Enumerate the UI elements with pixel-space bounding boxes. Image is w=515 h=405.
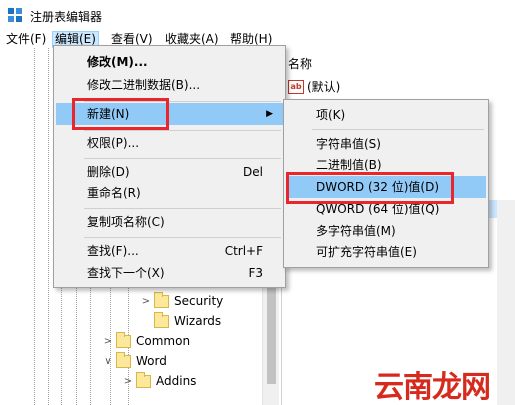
chevron-down-icon[interactable]: ∨ — [102, 356, 114, 367]
column-header-name[interactable]: 名称 — [288, 55, 312, 72]
folder-icon — [116, 331, 131, 348]
submenu-item-multi-string-value[interactable]: 多字符串值(M) — [286, 220, 486, 242]
tree-item-common[interactable]: > Common — [102, 331, 190, 351]
menu-item-find[interactable]: 查找(F)... Ctrl+F — [56, 240, 283, 262]
tree-item-label: Common — [136, 334, 191, 348]
menu-item-find-next[interactable]: 查找下一个(X) F3 — [56, 262, 283, 284]
tree-item-addins[interactable]: > Addins — [122, 371, 196, 391]
tree-item-word[interactable]: ∨ Word — [102, 351, 167, 371]
menu-item-modify-binary[interactable]: 修改二进制数据(B)... — [56, 74, 283, 96]
menu-separator — [84, 158, 281, 159]
folder-icon — [154, 291, 169, 308]
folder-icon — [116, 351, 131, 368]
chevron-right-icon[interactable]: > — [122, 376, 134, 387]
value-row-default[interactable]: ab (默认) — [288, 78, 340, 95]
menu-item-permissions[interactable]: 权限(P)... — [56, 132, 283, 154]
tree-guide-line — [34, 48, 35, 405]
menu-file[interactable]: 文件(F) — [4, 31, 48, 48]
menu-item-copy-key-name[interactable]: 复制项名称(C) — [56, 211, 283, 233]
menu-separator — [84, 208, 281, 209]
edit-menu: 修改(M)... 修改二进制数据(B)... 新建(N) ▶ 权限(P)... … — [53, 45, 286, 288]
tree-item-label: Wizards — [174, 314, 222, 328]
window-title: 注册表编辑器 — [30, 10, 103, 24]
tree-item-label: Addins — [156, 374, 197, 388]
annotation-highlight-dword — [286, 172, 454, 204]
title-bar: 注册表编辑器 — [0, 0, 515, 31]
tree-item-label: Security — [174, 294, 224, 308]
submenu-item-key[interactable]: 项(K) — [286, 104, 486, 126]
menu-item-modify[interactable]: 修改(M)... — [56, 51, 283, 73]
string-value-icon: ab — [288, 79, 304, 94]
tree-guide-line — [48, 48, 49, 405]
tree-item-label: Word — [136, 354, 167, 368]
menu-separator — [312, 129, 484, 130]
menu-separator — [84, 130, 281, 131]
menu-item-delete[interactable]: 删除(D) Del — [56, 161, 283, 183]
tree-item-wizards[interactable]: Wizards — [140, 311, 221, 331]
chevron-right-icon[interactable]: > — [102, 336, 114, 347]
menu-item-rename[interactable]: 重命名(R) — [56, 182, 283, 204]
submenu-item-expandable-string-value[interactable]: 可扩充字符串值(E) — [286, 241, 486, 263]
menu-separator — [84, 237, 281, 238]
values-scrollbar[interactable] — [497, 200, 515, 405]
submenu-arrow-icon: ▶ — [266, 109, 273, 119]
registry-editor-icon — [8, 8, 22, 22]
submenu-item-string-value[interactable]: 字符串值(S) — [286, 133, 486, 155]
folder-icon — [136, 371, 151, 388]
value-name: (默认) — [307, 80, 341, 94]
watermark: 云南龙网 — [374, 370, 491, 405]
folder-icon — [154, 311, 169, 328]
annotation-highlight-new — [72, 98, 169, 130]
tree-item-security[interactable]: > Security — [140, 291, 223, 311]
chevron-right-icon[interactable]: > — [140, 296, 152, 307]
